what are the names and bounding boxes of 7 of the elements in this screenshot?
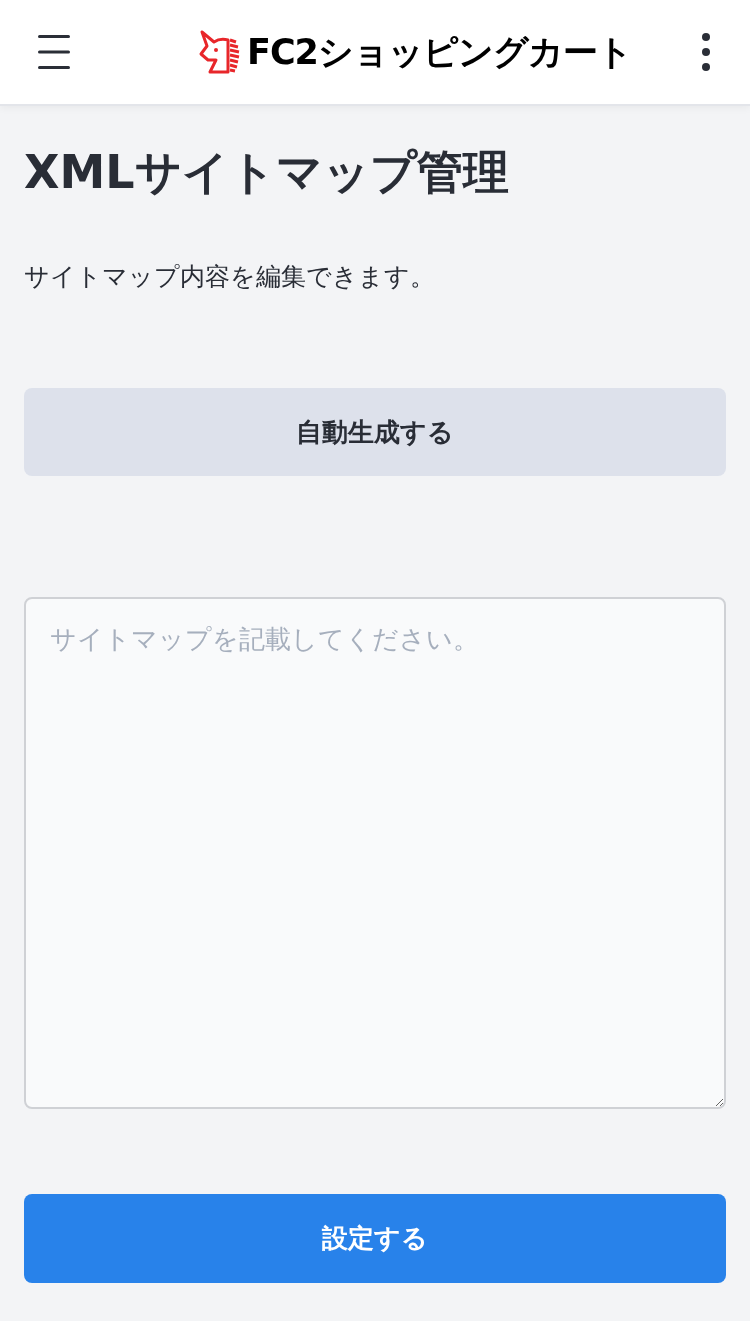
- unicorn-logo-icon: [198, 30, 242, 74]
- logo-text: FC2ショッピングカート: [247, 31, 632, 74]
- sitemap-text-field[interactable]: サイトマップを記載してください。: [24, 597, 726, 1109]
- auto-generate-button[interactable]: 自動生成する: [24, 388, 726, 476]
- page-description: サイトマップ内容を編集できます。: [24, 261, 436, 293]
- page-title: XMLサイトマップ管理: [24, 144, 510, 201]
- submit-button[interactable]: 設定する: [24, 1194, 726, 1283]
